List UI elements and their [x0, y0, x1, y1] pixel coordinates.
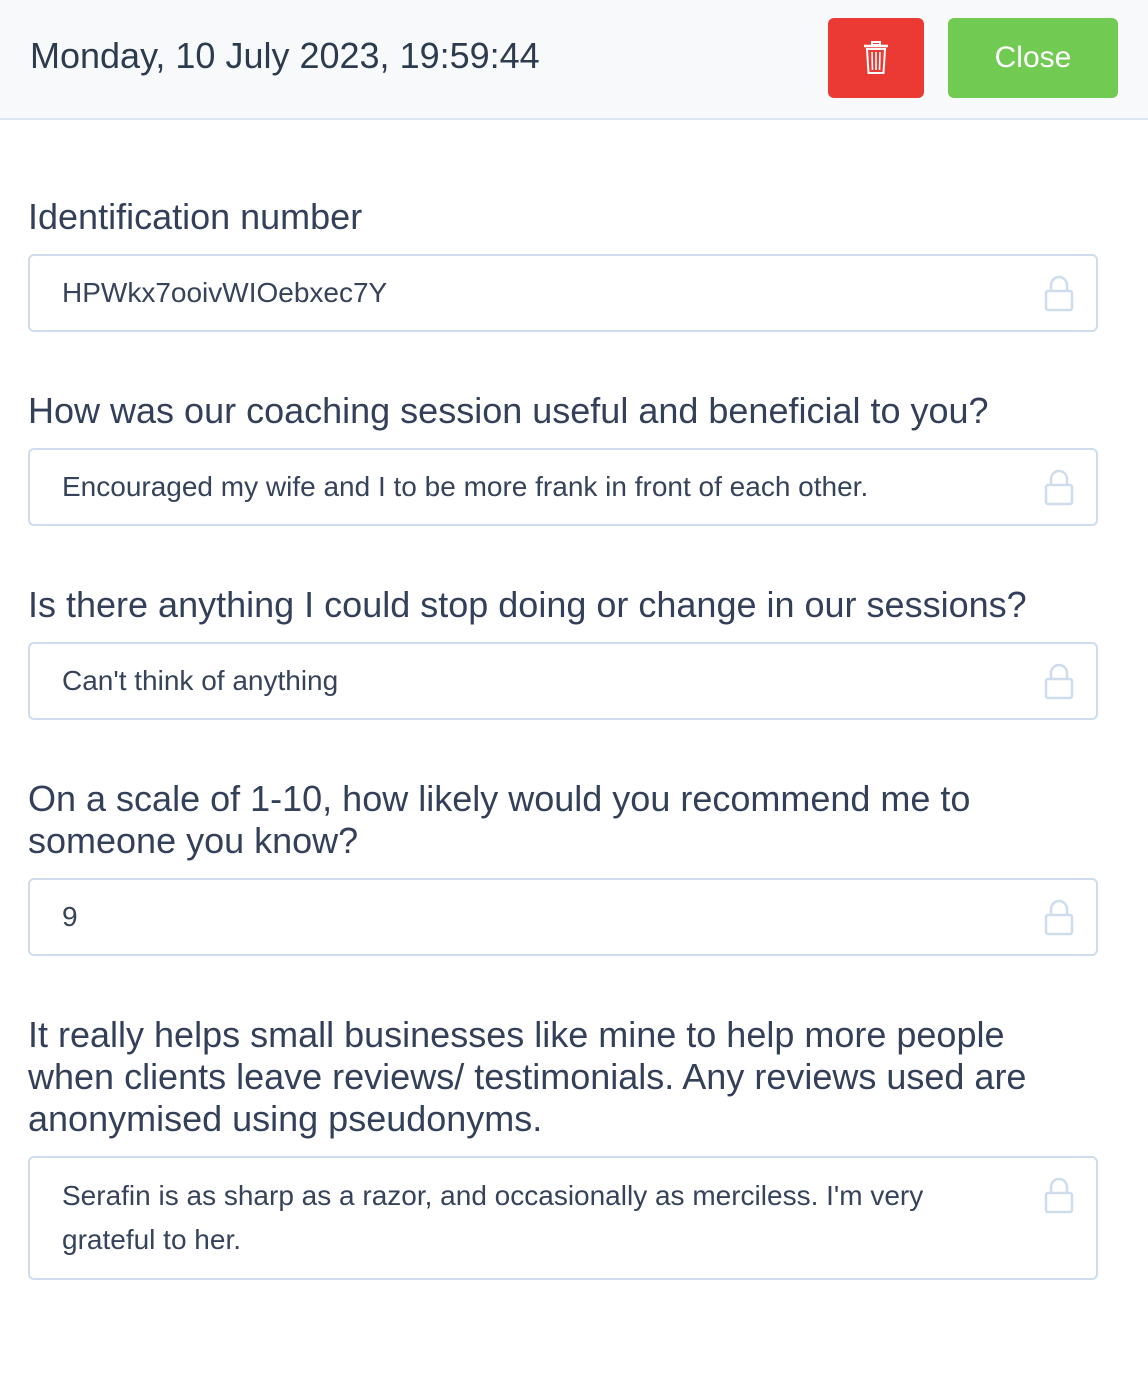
lock-icon — [1044, 899, 1074, 936]
trash-icon — [864, 41, 888, 74]
field-review-testimonial: It really helps small businesses like mi… — [28, 1014, 1098, 1280]
recommend-scale-field[interactable]: 9 — [28, 878, 1098, 956]
field-value: Encouraged my wife and I to be more fran… — [62, 471, 869, 502]
lock-icon — [1044, 469, 1074, 506]
field-recommend-scale: On a scale of 1-10, how likely would you… — [28, 778, 1098, 956]
field-value: HPWkx7ooivWIOebxec7Y — [62, 277, 388, 308]
field-label: Identification number — [28, 196, 363, 237]
field-label: On a scale of 1-10, how likely would you… — [28, 778, 971, 861]
close-button[interactable]: Close — [948, 18, 1118, 98]
delete-button[interactable] — [828, 18, 924, 98]
timestamp-title: Monday, 10 July 2023, 19:59:44 — [30, 35, 540, 76]
header-bar: Monday, 10 July 2023, 19:59:44 Close — [0, 0, 1148, 120]
lock-icon — [1044, 275, 1074, 312]
field-value: Can't think of anything — [62, 665, 339, 696]
session-useful-field[interactable]: Encouraged my wife and I to be more fran… — [28, 448, 1098, 526]
field-label: It really helps small businesses like mi… — [28, 1014, 1027, 1139]
field-label: How was our coaching session useful and … — [28, 390, 989, 431]
lock-icon — [1044, 663, 1074, 700]
field-identification-number: Identification number HPWkx7ooivWIOebxec… — [28, 196, 1098, 332]
field-stop-or-change: Is there anything I could stop doing or … — [28, 584, 1098, 720]
field-value: Serafin is as sharp as a razor, and occa… — [62, 1180, 924, 1255]
field-label: Is there anything I could stop doing or … — [28, 584, 1027, 625]
field-session-useful: How was our coaching session useful and … — [28, 390, 1098, 526]
review-testimonial-field[interactable]: Serafin is as sharp as a razor, and occa… — [28, 1156, 1098, 1280]
stop-or-change-field[interactable]: Can't think of anything — [28, 642, 1098, 720]
lock-icon — [1044, 1177, 1074, 1214]
identification-number-field[interactable]: HPWkx7ooivWIOebxec7Y — [28, 254, 1098, 332]
field-value: 9 — [62, 901, 78, 932]
form-content: Identification number HPWkx7ooivWIOebxec… — [28, 196, 1098, 1338]
